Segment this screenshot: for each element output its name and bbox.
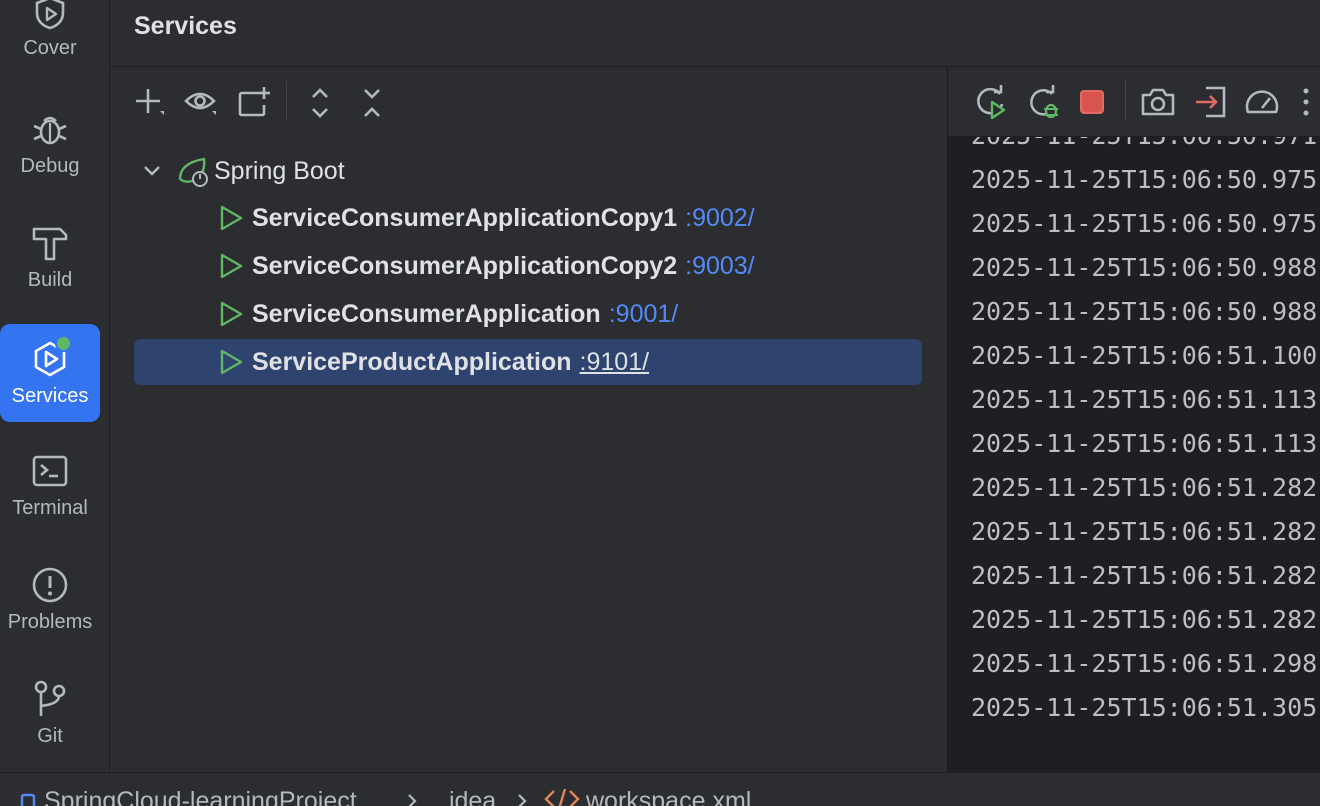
tree-group-label: Spring Boot <box>214 156 345 185</box>
bug-icon <box>33 116 67 144</box>
tool-cover[interactable]: Cover <box>0 0 100 76</box>
run-icon <box>220 301 243 327</box>
run-icon <box>220 253 243 279</box>
tool-build[interactable]: Build <box>0 208 100 306</box>
toolbar-separator <box>1125 80 1126 120</box>
expand-all-button[interactable] <box>300 83 340 123</box>
service-name: ServiceConsumerApplication <box>252 299 601 328</box>
log-line: 2025-11-25T15:06:50.975 <box>971 165 1318 194</box>
status-bar-breadcrumb: SpringCloud-learningProject .idea worksp… <box>0 772 1320 806</box>
service-port-link[interactable]: :9003/ <box>685 252 755 281</box>
tool-problems[interactable]: Problems <box>0 550 100 648</box>
console-toolbar <box>948 67 1320 137</box>
rerun-button[interactable] <box>970 82 1010 122</box>
eye-icon <box>184 92 216 115</box>
more-actions-button[interactable] <box>1294 82 1318 122</box>
tool-problems-label: Problems <box>7 610 93 633</box>
log-line: 2025-11-25T15:06:51.282 <box>971 561 1318 590</box>
tool-services-label: Services <box>11 384 89 407</box>
tool-git-label: Git <box>37 724 63 747</box>
log-line: 2025-11-25T15:06:50.975 <box>971 209 1318 238</box>
log-line: 2025-11-25T15:06:51.282 <box>971 473 1318 502</box>
services-status-dot <box>55 335 72 352</box>
problems-icon <box>32 567 68 602</box>
service-port-link[interactable]: :9101/ <box>580 348 650 377</box>
toolbar-separator <box>286 81 287 121</box>
service-port-link[interactable]: :9001/ <box>609 300 679 329</box>
console-panel: 2025-11-25T15:06:50.971 2025-11-25T15:06… <box>947 67 1320 772</box>
collapse-all-icon <box>364 89 380 117</box>
sign-in-icon <box>1196 86 1226 118</box>
breadcrumb-project[interactable]: SpringCloud-learningProject <box>44 787 357 806</box>
profiler-button[interactable] <box>1242 82 1282 122</box>
coverage-icon <box>35 0 65 29</box>
log-line: 2025-11-25T15:06:50.988 <box>971 297 1318 326</box>
rerun-icon <box>977 85 1006 120</box>
attach-button[interactable] <box>1190 82 1230 122</box>
expand-all-icon <box>312 88 328 118</box>
tool-window-strip: Cover Debug Build Services Terminal Prob… <box>0 0 110 772</box>
service-port-link[interactable]: :9002/ <box>685 204 755 233</box>
add-icon <box>136 89 164 115</box>
service-name: ServiceConsumerApplicationCopy2 <box>252 251 678 280</box>
run-icon <box>220 349 243 375</box>
services-tree-panel: Spring Boot ServiceConsumerApplicationCo… <box>110 67 946 772</box>
tool-terminal[interactable]: Terminal <box>0 436 100 534</box>
log-line: 2025-11-25T15:06:51.298 <box>971 649 1318 678</box>
service-row[interactable]: ServiceConsumerApplicationCopy1 :9002/ <box>134 195 922 241</box>
services-toolbar <box>110 67 946 137</box>
stop-button[interactable] <box>1072 82 1112 122</box>
tool-services[interactable]: Services <box>0 324 100 422</box>
service-row-selected[interactable]: ServiceProductApplication :9101/ <box>134 339 922 385</box>
chevron-down-icon[interactable] <box>136 155 168 187</box>
view-options-button[interactable] <box>182 83 222 123</box>
add-service-button[interactable] <box>130 83 170 123</box>
tool-debug-label: Debug <box>20 154 80 177</box>
git-branch-icon <box>34 680 66 716</box>
log-line: 2025-11-25T15:06:51.305 <box>971 693 1318 722</box>
log-line: 2025-11-25T15:06:51.282 <box>971 605 1318 634</box>
log-line: 2025-11-25T15:06:51.100 <box>971 341 1318 370</box>
dump-threads-button[interactable] <box>1138 82 1178 122</box>
ide-window: Cover Debug Build Services Terminal Prob… <box>0 0 1320 806</box>
tool-cover-label: Cover <box>23 36 77 59</box>
services-header: Services <box>110 0 1320 67</box>
stop-icon <box>1080 90 1104 114</box>
more-icon <box>1303 88 1309 116</box>
tool-git[interactable]: Git <box>0 664 100 762</box>
rerun-debug-icon <box>1030 85 1058 119</box>
xml-file-icon <box>544 788 580 806</box>
hammer-icon <box>32 227 68 260</box>
spring-boot-icon <box>178 157 208 187</box>
console-output[interactable]: 2025-11-25T15:06:50.971 2025-11-25T15:06… <box>948 137 1320 772</box>
tree-group-spring-boot[interactable]: Spring Boot <box>134 148 922 194</box>
new-service-icon <box>238 87 270 117</box>
project-module-icon <box>20 793 36 806</box>
service-name: ServiceProductApplication <box>252 347 572 376</box>
log-line: 2025-11-25T15:06:50.971 <box>971 137 1317 150</box>
log-line: 2025-11-25T15:06:51.113 <box>971 429 1318 458</box>
collapse-all-button[interactable] <box>352 83 392 123</box>
breadcrumb-folder[interactable]: .idea <box>442 787 496 806</box>
tool-build-label: Build <box>27 268 73 291</box>
log-line: 2025-11-25T15:06:51.282 <box>971 517 1318 546</box>
run-icon <box>220 205 243 231</box>
service-name: ServiceConsumerApplicationCopy1 <box>252 203 678 232</box>
chevron-right-icon <box>408 794 417 806</box>
log-line: 2025-11-25T15:06:51.113 <box>971 385 1318 414</box>
chevron-right-icon <box>518 794 527 806</box>
terminal-icon <box>32 455 68 486</box>
camera-icon <box>1141 88 1175 116</box>
service-row[interactable]: ServiceConsumerApplication :9001/ <box>134 291 922 337</box>
new-service-button[interactable] <box>234 83 274 123</box>
log-line: 2025-11-25T15:06:50.988 <box>971 253 1318 282</box>
tool-debug[interactable]: Debug <box>0 94 100 192</box>
panel-title: Services <box>134 12 237 40</box>
breadcrumb-file[interactable]: workspace.xml <box>586 787 751 806</box>
rerun-debug-button[interactable] <box>1022 82 1062 122</box>
tool-terminal-label: Terminal <box>12 496 88 519</box>
service-row[interactable]: ServiceConsumerApplicationCopy2 :9003/ <box>134 243 922 289</box>
gauge-icon <box>1245 90 1279 114</box>
